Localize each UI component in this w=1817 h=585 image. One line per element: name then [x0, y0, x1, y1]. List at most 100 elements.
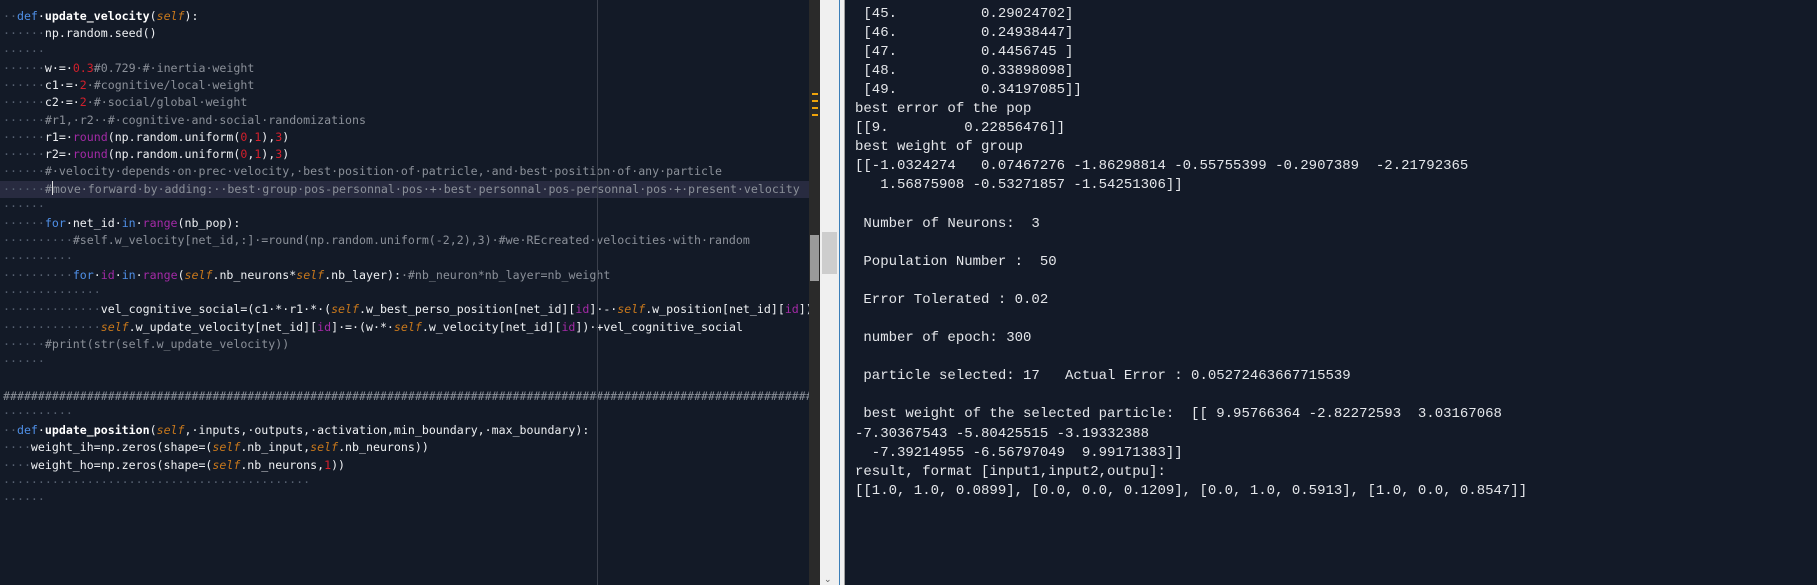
code-token: (np.random.uniform(: [107, 147, 241, 161]
self-token: self: [156, 423, 185, 437]
code-line[interactable]: ······: [3, 491, 809, 508]
indent-whitespace: ······: [3, 181, 45, 196]
code-token: .nb_layer):: [324, 267, 401, 282]
indent-whitespace: ······: [3, 216, 45, 230]
code-line[interactable]: ······r2=·round(np.random.uniform(0,1),3…: [3, 146, 809, 163]
indent-whitespace: ··············: [3, 319, 101, 334]
indent-whitespace: ······: [3, 129, 45, 144]
code-token: ):: [184, 9, 199, 23]
code-token: ]·=·(w·*·: [331, 319, 394, 334]
builtin-token: range: [142, 267, 178, 282]
code-lines[interactable]: ··def·update_velocity(self): ······np.ran…: [0, 8, 809, 508]
console-line: [[9. 0.22856476]]: [855, 120, 1066, 137]
self-token: self: [184, 267, 213, 282]
code-line[interactable]: ··············: [3, 284, 809, 301]
console-line: -7.30367543 -5.80425515 -3.19332388: [855, 425, 1150, 442]
code-token: (: [149, 423, 157, 437]
number-literal: 2: [79, 78, 87, 92]
comment: #r1,·r2··#·cognitive·and·social·randomiz…: [44, 112, 366, 127]
code-line[interactable]: ··········#self.w_velocity[net_id,:]·=ro…: [3, 232, 809, 249]
code-token: .nb_neurons*: [212, 267, 297, 282]
code-line[interactable]: ······#r1,·r2··#·cognitive·and·social·ra…: [3, 112, 809, 129]
panel-scrollbar[interactable]: ⌄: [820, 0, 839, 585]
console-line: Number of Neurons: 3: [855, 215, 1040, 232]
code-token: ): [282, 147, 290, 161]
code-line[interactable]: ··············self.w_update_velocity[net…: [3, 319, 809, 336]
self-token: self: [100, 319, 129, 334]
code-token: .w_position[net_id][: [645, 302, 785, 317]
search-marker: [812, 93, 818, 95]
code-line[interactable]: ······for·net_id·in·range(nb_pop):: [3, 215, 809, 232]
code-line[interactable]: ··········: [3, 405, 809, 422]
code-line[interactable]: ··def·update_position(self,·inputs,·outp…: [3, 422, 809, 439]
console-output[interactable]: [ ] [45. 0.29024702] [46. 0.24938447] [4…: [845, 0, 1817, 585]
keyword: def: [16, 423, 38, 437]
code-token: .w_velocity[net_id][: [421, 319, 562, 334]
code-line[interactable]: ········································…: [3, 474, 809, 491]
search-marker: [812, 100, 818, 102]
indent-whitespace: ······: [3, 336, 45, 351]
scroll-down-arrow-icon[interactable]: ⌄: [824, 575, 832, 585]
code-token: c2·=·: [44, 95, 80, 110]
code-line[interactable]: ··········: [3, 250, 809, 267]
panel-scrollbar-thumb[interactable]: [822, 232, 837, 274]
indent-whitespace: ······: [3, 198, 45, 213]
builtin-token: range: [142, 216, 178, 230]
code-line[interactable]: ······w·=·0.3#0.729·#·inertia·weight: [3, 60, 809, 77]
code-line[interactable]: ······#·velocity·depends·on·prec·velocit…: [3, 163, 809, 180]
code-token: .nb_neurons)): [338, 440, 429, 455]
code-token: (: [149, 9, 157, 23]
editor-scrollbar-thumb[interactable]: [810, 235, 819, 281]
console-line: [47. 0.4456745 ]: [855, 43, 1074, 60]
code-line[interactable]: ······c2·=·2·#·social/global·weight: [3, 94, 809, 111]
keyword: for: [72, 267, 94, 282]
editor-scrollbar[interactable]: [809, 0, 820, 585]
code-line[interactable]: ########################################…: [3, 388, 809, 405]
code-line[interactable]: ······c1·=·2·#cognitive/local·weight: [3, 77, 809, 94]
console-lines: [ ] [45. 0.29024702] [46. 0.24938447] [4…: [855, 0, 1527, 501]
console-line: 1.56875908 -0.53271857 -1.54251306]]: [855, 177, 1183, 194]
code-line[interactable]: ······r1=·round(np.random.uniform(0,1),3…: [3, 129, 809, 146]
console-line: [48. 0.33898098]: [855, 62, 1074, 79]
code-token: (: [177, 267, 185, 282]
console-line: particle selected: 17 Actual Error : 0.0…: [855, 368, 1351, 385]
code-line-current[interactable]: ······#move·forward·by·adding:··best·gro…: [0, 180, 809, 198]
function-name: update_position: [44, 423, 150, 437]
indent-whitespace: ··: [3, 9, 17, 23]
code-line[interactable]: ······: [3, 353, 809, 370]
self-token: self: [156, 9, 185, 23]
code-line[interactable]: ····weight_ih=np.zeros(shape=(self.nb_in…: [3, 439, 809, 456]
code-line[interactable]: ····weight_ho=np.zeros(shape=(self.nb_ne…: [3, 457, 809, 474]
code-token: ·net_id·: [65, 216, 122, 230]
indent-whitespace: ··: [3, 423, 17, 437]
code-token: ·: [135, 267, 143, 282]
code-line[interactable]: [3, 370, 809, 387]
code-editor[interactable]: ··def·update_velocity(self): ······np.ran…: [0, 0, 809, 585]
code-line[interactable]: ··········for·id·in·range(self.nb_neuron…: [3, 267, 809, 284]
number-literal: 2: [79, 95, 87, 110]
code-line[interactable]: ······#print(str(self.w_update_velocity)…: [3, 336, 809, 353]
keyword: in: [121, 267, 136, 282]
code-token: c1·=·: [44, 78, 80, 92]
code-token: ·: [37, 423, 45, 437]
code-line[interactable]: ··def·update_velocity(self):: [3, 8, 809, 25]
code-line[interactable]: ··············vel_cognitive_social=(c1·*…: [3, 301, 809, 318]
code-line[interactable]: ······: [3, 43, 809, 60]
indent-whitespace: ··············: [3, 302, 101, 317]
keyword: for: [44, 216, 66, 230]
indent-whitespace: ······: [3, 492, 45, 506]
code-line[interactable]: ······np.random.seed(): [3, 25, 809, 42]
code-line[interactable]: ······: [3, 198, 809, 215]
code-token: r1=·: [44, 129, 73, 144]
indent-whitespace: ··········: [3, 405, 73, 420]
indent-whitespace: ······: [3, 95, 45, 110]
indent-whitespace: ······: [3, 164, 45, 179]
console-line: number of epoch: 300: [855, 330, 1032, 347]
builtin-token: id: [561, 319, 576, 334]
console-line: Population Number : 50: [855, 253, 1057, 270]
indent-whitespace: ······: [3, 60, 45, 75]
code-token: weight_ho=np.zeros(shape=(: [30, 457, 213, 472]
